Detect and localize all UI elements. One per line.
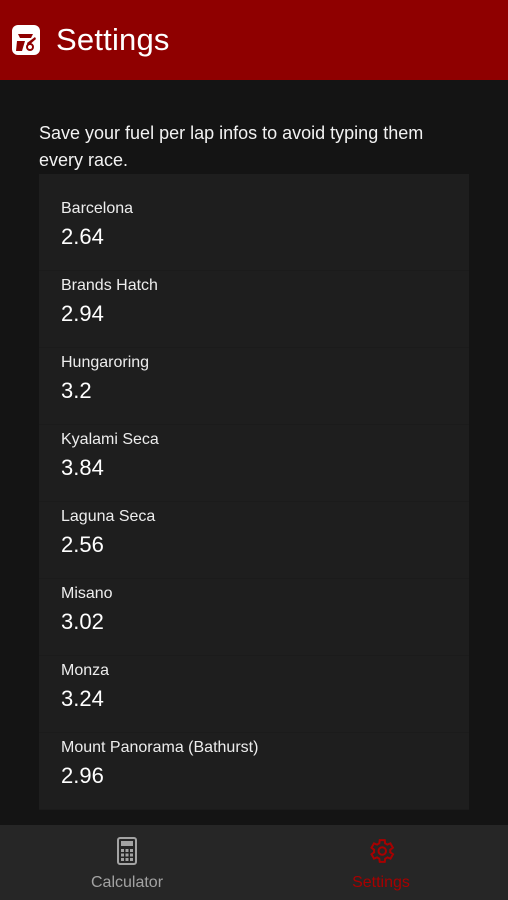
track-name: Kyalami Seca — [61, 431, 159, 448]
fuel-per-lap-value[interactable]: 3.84 — [61, 453, 447, 483]
track-name: Laguna Seca — [61, 508, 156, 525]
track-name: Hungaroring — [61, 354, 150, 371]
track-list: Barcelona 2.64 Brands Hatch 2.94 Hungaroring… — [39, 174, 469, 810]
fuel-per-lap-value[interactable]: 3.2 — [61, 376, 447, 406]
gear-icon — [366, 836, 396, 866]
app-logo-icon — [10, 22, 42, 58]
track-name: Brands Hatch — [61, 277, 158, 294]
track-item[interactable]: Mount Panorama (Bathurst) 2.96 — [39, 733, 469, 810]
app-bar: Settings — [0, 0, 508, 80]
track-name: Monza — [61, 662, 110, 679]
fuel-per-lap-value[interactable]: 2.94 — [61, 299, 447, 329]
track-item[interactable]: Monza 3.24 — [39, 656, 469, 733]
nav-calculator[interactable]: Calculator — [0, 825, 254, 900]
fuel-per-lap-value[interactable]: 2.96 — [61, 761, 447, 791]
bottom-navigation: Calculator Settings — [0, 825, 508, 900]
fuel-per-lap-value[interactable]: 3.02 — [61, 607, 447, 637]
track-name: Mount Panorama (Bathurst) — [61, 739, 259, 756]
track-item[interactable]: Misano 3.02 — [39, 579, 469, 656]
track-name: Misano — [61, 585, 113, 602]
page-title: Settings — [56, 22, 170, 57]
fuel-per-lap-value[interactable]: 2.64 — [61, 222, 447, 252]
fuel-per-lap-value[interactable]: 3.24 — [61, 684, 447, 714]
calculator-icon — [112, 836, 142, 866]
app-root: Settings Save your fuel per lap infos to… — [0, 0, 508, 900]
nav-settings-label: Settings — [352, 874, 410, 891]
track-item[interactable]: Kyalami Seca 3.84 — [39, 425, 469, 502]
track-item[interactable]: Hungaroring 3.2 — [39, 348, 469, 425]
track-item[interactable]: Laguna Seca 2.56 — [39, 502, 469, 579]
settings-content[interactable]: Save your fuel per lap infos to avoid ty… — [0, 80, 508, 825]
track-name: Barcelona — [61, 200, 134, 217]
intro-text: Save your fuel per lap infos to avoid ty… — [39, 123, 424, 170]
track-item[interactable]: Brands Hatch 2.94 — [39, 271, 469, 348]
nav-settings[interactable]: Settings — [254, 825, 508, 900]
nav-calculator-label: Calculator — [90, 874, 164, 891]
track-item[interactable]: Barcelona 2.64 — [39, 194, 469, 271]
fuel-per-lap-value[interactable]: 2.56 — [61, 530, 447, 560]
